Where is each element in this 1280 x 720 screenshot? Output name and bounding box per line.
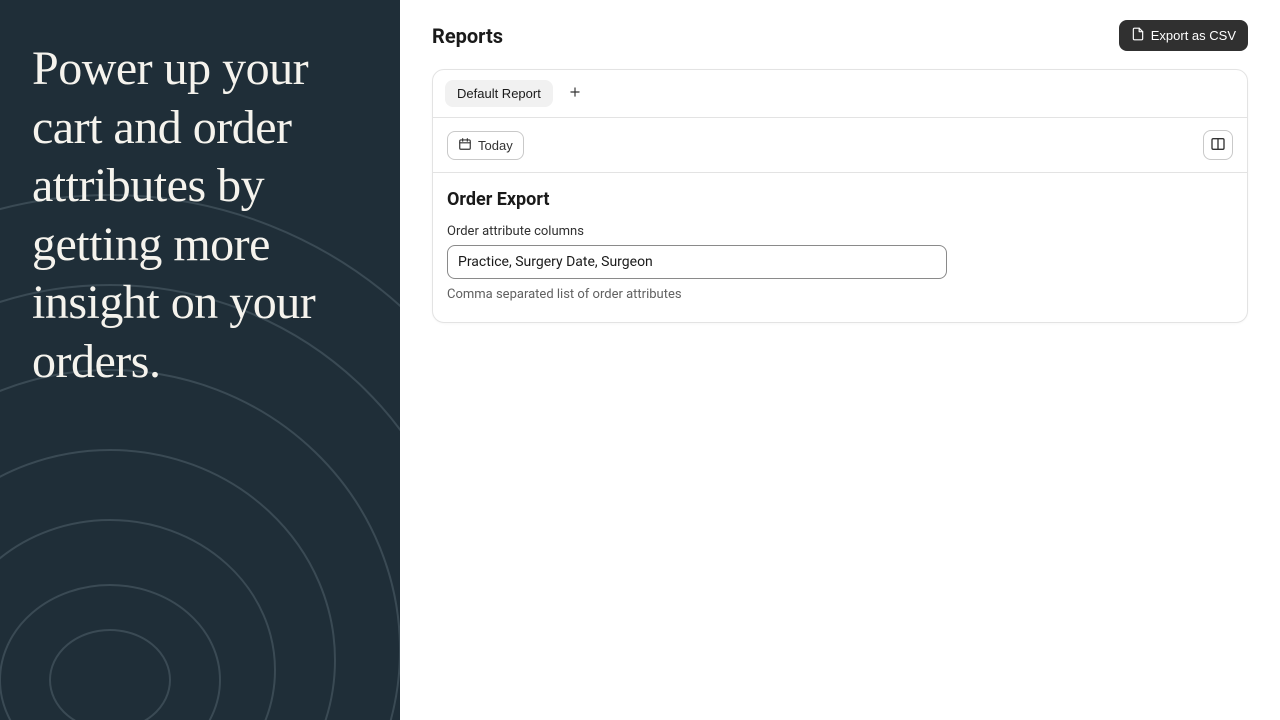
- attribute-columns-input[interactable]: [447, 245, 947, 279]
- columns-icon: [1210, 136, 1226, 155]
- hero-heading: Power up your cart and order attributes …: [32, 40, 368, 391]
- report-card: Default Report Today Order Export: [432, 69, 1248, 323]
- plus-icon: [568, 85, 582, 102]
- add-tab-button[interactable]: [563, 82, 587, 106]
- section-title: Order Export: [447, 189, 1233, 210]
- tab-default-report[interactable]: Default Report: [445, 80, 553, 107]
- order-export-section: Order Export Order attribute columns Com…: [433, 173, 1247, 322]
- main-panel: Reports Export as CSV Default Report Tod…: [400, 0, 1280, 720]
- date-filter-button[interactable]: Today: [447, 131, 524, 160]
- export-csv-label: Export as CSV: [1151, 28, 1236, 43]
- date-filter-label: Today: [478, 138, 513, 153]
- attribute-columns-help: Comma separated list of order attributes: [447, 287, 1233, 302]
- export-csv-button[interactable]: Export as CSV: [1119, 20, 1248, 51]
- page-title: Reports: [432, 24, 503, 48]
- header-row: Reports Export as CSV: [432, 20, 1248, 51]
- tabs-row: Default Report: [433, 70, 1247, 118]
- columns-toggle-button[interactable]: [1203, 130, 1233, 160]
- filter-row: Today: [433, 118, 1247, 173]
- calendar-icon: [458, 137, 472, 154]
- attribute-columns-label: Order attribute columns: [447, 224, 1233, 239]
- promo-panel: Power up your cart and order attributes …: [0, 0, 400, 720]
- file-icon: [1131, 27, 1145, 44]
